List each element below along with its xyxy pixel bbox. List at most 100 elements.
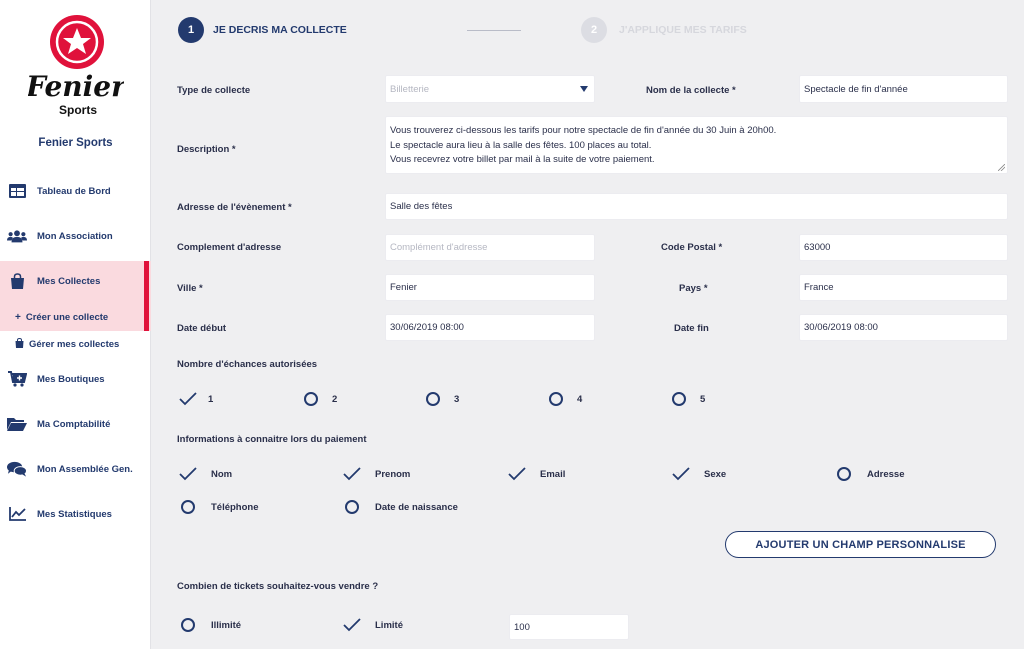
date-debut-input[interactable]: 30/06/2019 08:00 [385, 314, 595, 341]
echeance-option-2[interactable]: 2 [302, 391, 337, 407]
info-option-email[interactable]: Email [508, 466, 565, 482]
option-label: Téléphone [211, 501, 259, 513]
checkmark-icon [343, 466, 361, 482]
option-label: 2 [332, 393, 338, 405]
checkmark-icon [343, 617, 361, 633]
step-2-label[interactable]: J'APPLIQUE MES TARIFS [619, 24, 747, 36]
echeance-option-4[interactable]: 4 [547, 391, 582, 407]
nav-label: Mes Statistiques [37, 508, 112, 520]
option-label: 1 [208, 393, 214, 405]
nav-item-ma-comptabilite[interactable]: Ma Comptabilité [0, 416, 151, 432]
description-line: Le spectacle aura lieu à la salle des fê… [390, 139, 652, 151]
info-option-prenom[interactable]: Prenom [343, 466, 410, 482]
checkmark-icon [179, 466, 197, 482]
type-collecte-label: Type de collecte [177, 85, 251, 96]
add-custom-field-button[interactable]: AJOUTER UN CHAMP PERSONNALISE [725, 531, 996, 558]
tickets-option-illimite[interactable]: Illimité [179, 617, 241, 633]
option-label: Illimité [211, 619, 242, 631]
ville-label: Ville * [177, 283, 203, 294]
echeance-option-1[interactable]: 1 [179, 391, 213, 407]
description-line: Vous trouverez ci-dessous les tarifs pou… [390, 125, 777, 136]
radio-circle-icon [670, 391, 688, 407]
step-1-label[interactable]: JE DECRIS MA COLLECTE [213, 24, 347, 36]
org-name: Fenier Sports [38, 137, 113, 149]
option-label: 4 [577, 393, 583, 405]
pays-label: Pays * [679, 283, 708, 294]
info-option-adresse[interactable]: Adresse [835, 466, 905, 482]
step-1-circle[interactable]: 1 [178, 17, 204, 43]
description-label: Description * [177, 144, 236, 155]
nav-label: Mes Collectes [37, 275, 101, 287]
nav-item-tableau-de-bord[interactable]: Tableau de Bord [0, 183, 151, 199]
checkmark-icon [179, 391, 197, 407]
tickets-title: Combien de tickets souhaitez-vous vendre… [177, 581, 379, 592]
nom-collecte-input[interactable]: Spectacle de fin d'année [799, 75, 1008, 103]
complement-input[interactable]: Complément d'adresse [385, 234, 595, 261]
option-label: Prenom [375, 468, 411, 480]
svg-text:Sports: Sports [59, 103, 97, 117]
bag-icon [15, 337, 24, 351]
shopping-bag-icon [7, 273, 27, 289]
step-2-circle[interactable]: 2 [581, 17, 607, 43]
radio-circle-icon [179, 617, 197, 633]
radio-circle-icon [424, 391, 442, 407]
sub-item-creer-collecte[interactable]: + Créer une collecte [15, 312, 108, 323]
info-option-date-naissance[interactable]: Date de naissance [343, 499, 458, 515]
chart-line-icon [7, 506, 27, 522]
tickets-option-limite[interactable]: Limité [343, 617, 403, 633]
nav-label: Mes Boutiques [37, 373, 105, 385]
svg-text:Fenier: Fenier [28, 70, 124, 103]
nav-item-mes-boutiques[interactable]: Mes Boutiques [0, 371, 151, 387]
folder-icon [7, 416, 27, 432]
radio-circle-icon [835, 466, 853, 482]
info-option-telephone[interactable]: Téléphone [179, 499, 259, 515]
dashboard-icon [7, 183, 27, 199]
option-label: Adresse [867, 468, 905, 480]
radio-circle-icon [343, 499, 361, 515]
resize-handle-icon[interactable] [998, 164, 1005, 171]
ville-input[interactable]: Fenier [385, 274, 595, 301]
description-line: Vous recevrez votre billet par mail à la… [390, 154, 655, 165]
nav-item-mon-association[interactable]: Mon Association [0, 228, 151, 244]
echeance-option-5[interactable]: 5 [670, 391, 705, 407]
pays-input[interactable]: France [799, 274, 1008, 301]
type-collecte-select[interactable]: Billetterie [385, 75, 595, 103]
sub-item-label: Créer une collecte [25, 312, 109, 323]
chat-icon [7, 461, 27, 477]
users-icon [7, 228, 27, 244]
radio-circle-icon [179, 499, 197, 515]
date-fin-input[interactable]: 30/06/2019 08:00 [799, 314, 1008, 341]
radio-circle-icon [302, 391, 320, 407]
code-postal-input[interactable]: 63000 [799, 234, 1008, 261]
tickets-quantity-input[interactable]: 100 [509, 614, 629, 640]
nav-item-mon-assemblee[interactable]: Mon Assemblée Gen. [0, 461, 151, 477]
info-option-sexe[interactable]: Sexe [672, 466, 726, 482]
adresse-input[interactable]: Salle des fêtes [385, 193, 1008, 220]
echeance-option-3[interactable]: 3 [424, 391, 459, 407]
stepper-divider [467, 30, 521, 31]
code-postal-label: Code Postal * [661, 242, 723, 253]
sub-item-gerer-collectes[interactable]: Gérer mes collectes [15, 337, 120, 351]
nav-active-indicator [144, 261, 149, 331]
info-option-nom[interactable]: Nom [179, 466, 232, 482]
nav-item-mes-collectes[interactable]: Mes Collectes [0, 273, 151, 289]
radio-circle-icon [547, 391, 565, 407]
nav-label: Ma Comptabilité [37, 418, 111, 430]
fenier-sports-logo[interactable]: Fenier Sports [28, 14, 124, 120]
echeances-title: Nombre d'échances autorisées [177, 359, 318, 370]
checkmark-icon [508, 466, 526, 482]
checkmark-icon [672, 466, 690, 482]
nav-item-mes-statistiques[interactable]: Mes Statistiques [0, 506, 151, 522]
adresse-label: Adresse de l'évènement * [177, 202, 292, 213]
nav-label: Mon Assemblée Gen. [37, 463, 133, 475]
paiement-info-title: Informations à connaitre lors du paiemen… [177, 434, 367, 445]
option-label: 5 [700, 393, 706, 405]
date-debut-label: Date début [177, 323, 227, 334]
option-label: Nom [211, 468, 233, 480]
option-label: Date de naissance [375, 501, 458, 513]
nav-label: Tableau de Bord [37, 185, 111, 197]
option-label: 3 [454, 393, 460, 405]
description-textarea[interactable]: Vous trouverez ci-dessous les tarifs pou… [385, 116, 1008, 174]
option-label: Email [540, 468, 566, 480]
sub-item-label: Gérer mes collectes [29, 339, 120, 350]
